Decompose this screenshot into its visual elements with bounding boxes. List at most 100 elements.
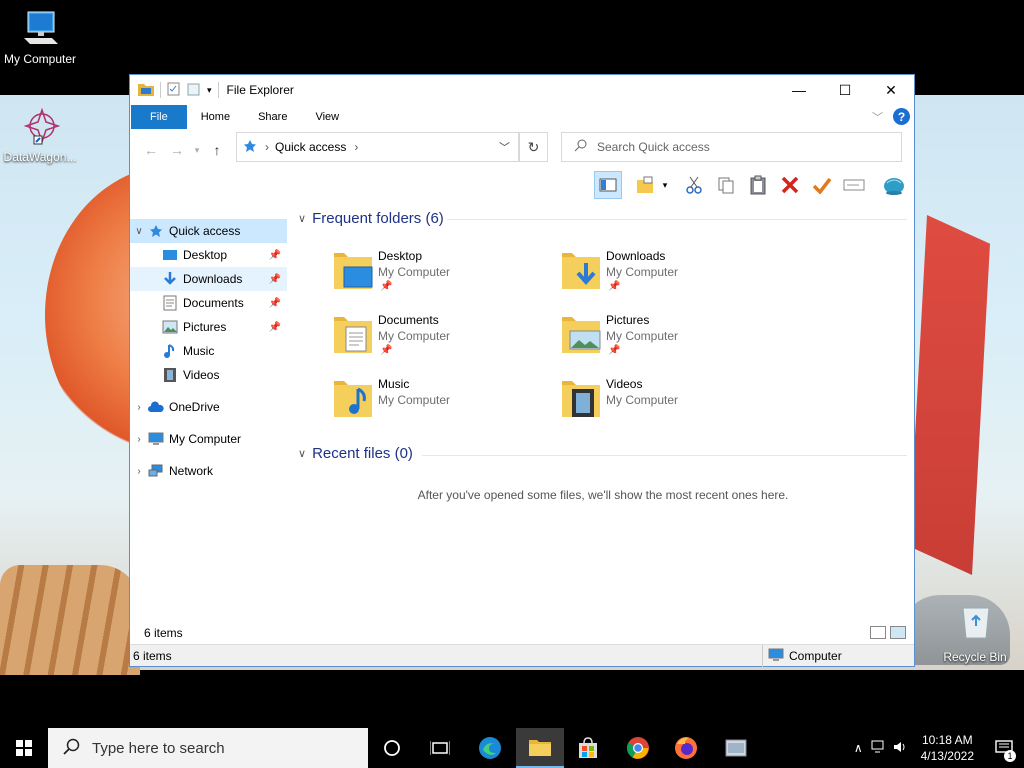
folder-tile-desktop[interactable]: Desktop My Computer 📌 (332, 247, 552, 303)
breadcrumb-chevron-icon[interactable]: › (354, 140, 358, 154)
expand-arrow-icon[interactable]: › (130, 402, 148, 413)
maximize-button[interactable]: ☐ (822, 75, 868, 105)
paste-button[interactable] (744, 171, 772, 199)
content-area: ∨ Quick access Desktop 📌 Downloads 📌 Doc… (130, 202, 914, 627)
back-button[interactable]: ← (138, 142, 164, 158)
pin-icon[interactable]: 📌 (269, 274, 281, 285)
properties-icon[interactable] (167, 82, 181, 99)
pin-icon[interactable]: 📌 (269, 250, 281, 261)
nav-label: OneDrive (169, 400, 220, 414)
action-center-button[interactable]: 1 (984, 728, 1024, 768)
clock[interactable]: 10:18 AM 4/13/2022 (921, 732, 974, 764)
tab-home[interactable]: Home (187, 105, 244, 129)
task-view-button[interactable] (416, 728, 464, 768)
title-bar[interactable]: ▾ File Explorer — ☐ ✕ (130, 75, 914, 105)
chevron-down-icon[interactable]: ▾ (658, 171, 672, 199)
nav-item-videos[interactable]: Videos (130, 363, 287, 387)
nav-label: Desktop (183, 248, 228, 262)
quick-access-toolbar: ▾ (138, 82, 219, 99)
tab-view[interactable]: View (301, 105, 353, 129)
desktop-icon-recycle-bin[interactable]: Recycle Bin (935, 604, 1015, 664)
new-item-button[interactable] (632, 171, 660, 199)
tab-file[interactable]: File (131, 105, 187, 129)
nav-item-desktop[interactable]: Desktop 📌 (130, 243, 287, 267)
desktop-icon (162, 247, 178, 263)
cut-button[interactable] (680, 171, 708, 199)
nav-label: Quick access (169, 224, 241, 238)
expand-arrow-icon[interactable]: ∨ (130, 226, 148, 237)
new-folder-icon[interactable] (187, 82, 201, 99)
quick-access-star-icon (243, 139, 257, 156)
pin-icon[interactable]: 📌 (269, 322, 281, 333)
taskbar-app-button[interactable] (712, 728, 760, 768)
videos-folder-icon (560, 375, 602, 421)
pin-icon: 📌 (608, 345, 621, 356)
tab-share[interactable]: Share (244, 105, 301, 129)
nav-item-quick-access[interactable]: ∨ Quick access (130, 219, 287, 243)
expand-ribbon-icon[interactable]: ﹀ (872, 109, 883, 125)
breadcrumb[interactable]: Quick access (275, 140, 346, 154)
nav-item-network[interactable]: › Network (130, 459, 287, 483)
network-status-icon[interactable] (871, 740, 887, 757)
taskbar-chrome-button[interactable] (614, 728, 662, 768)
copy-button[interactable] (712, 171, 740, 199)
folder-tile-videos[interactable]: Videos My Computer (560, 375, 780, 431)
pictures-folder-icon (560, 311, 602, 357)
taskbar-store-button[interactable] (564, 728, 612, 768)
expand-arrow-icon[interactable]: › (130, 434, 148, 445)
folder-tile-pictures[interactable]: Pictures My Computer 📌 (560, 311, 780, 367)
nav-item-music[interactable]: Music (130, 339, 287, 363)
address-dropdown-icon[interactable]: ﹀ (499, 139, 510, 155)
cortana-button[interactable] (368, 728, 416, 768)
taskbar-edge-button[interactable] (466, 728, 514, 768)
nav-item-my-computer[interactable]: › My Computer (130, 427, 287, 451)
file-explorer-icon (529, 740, 551, 756)
nav-item-pictures[interactable]: Pictures 📌 (130, 315, 287, 339)
preview-pane-button[interactable] (594, 171, 622, 199)
folder-tile-downloads[interactable]: Downloads My Computer 📌 (560, 247, 780, 303)
collapse-chevron-icon[interactable]: ∨ (298, 447, 306, 460)
desktop-icon-my-computer[interactable]: My Computer (0, 8, 80, 66)
help-button[interactable]: ? (893, 108, 910, 125)
chevron-up-icon[interactable]: ∧ (854, 741, 863, 755)
search-input[interactable] (597, 140, 877, 154)
globe-icon[interactable] (880, 171, 908, 199)
taskbar-search-box[interactable] (48, 728, 368, 768)
location-indicator: Computer (762, 645, 914, 667)
folder-name: Desktop (378, 249, 423, 263)
large-icons-view-button[interactable] (890, 626, 906, 639)
taskbar-file-explorer-button[interactable] (516, 728, 564, 768)
details-view-button[interactable] (870, 626, 886, 639)
rename-button[interactable] (840, 171, 868, 199)
close-button[interactable]: ✕ (868, 75, 914, 105)
folder-tile-documents[interactable]: Documents My Computer 📌 (332, 311, 552, 367)
forward-button[interactable]: → (164, 142, 190, 158)
up-button[interactable]: ↑ (204, 142, 230, 158)
chevron-down-icon[interactable]: ▾ (207, 85, 212, 96)
collapse-chevron-icon[interactable]: ∨ (298, 212, 306, 225)
search-box[interactable] (561, 132, 902, 162)
refresh-button[interactable]: ↻ (519, 132, 548, 162)
bottom-info-bar: 6 items Computer (130, 644, 914, 667)
nav-item-downloads[interactable]: Downloads 📌 (130, 267, 287, 291)
start-button[interactable] (0, 728, 48, 768)
desktop-icon-label: My Computer (3, 52, 77, 66)
taskbar-search-input[interactable] (92, 739, 352, 757)
volume-icon[interactable] (893, 740, 909, 757)
taskbar-firefox-button[interactable] (662, 728, 710, 768)
pin-icon: 📌 (380, 281, 393, 292)
frequent-folders-header[interactable]: ∨ Frequent folders (6) (298, 210, 444, 227)
folder-tile-music[interactable]: Music My Computer (332, 375, 552, 431)
nav-label: My Computer (169, 432, 242, 446)
minimize-button[interactable]: — (776, 75, 822, 105)
recent-files-header[interactable]: ∨ Recent files (0) (298, 445, 413, 462)
nav-item-onedrive[interactable]: › OneDrive (130, 395, 287, 419)
recent-locations-button[interactable]: ▾ (190, 145, 204, 156)
pin-icon[interactable]: 📌 (269, 298, 281, 309)
expand-arrow-icon[interactable]: › (130, 466, 148, 477)
address-bar[interactable]: › Quick access › ﹀ (236, 132, 519, 162)
check-button[interactable] (808, 171, 836, 199)
delete-button[interactable] (776, 171, 804, 199)
desktop-icon-datawagon[interactable]: DataWagon... (0, 106, 80, 164)
nav-item-documents[interactable]: Documents 📌 (130, 291, 287, 315)
